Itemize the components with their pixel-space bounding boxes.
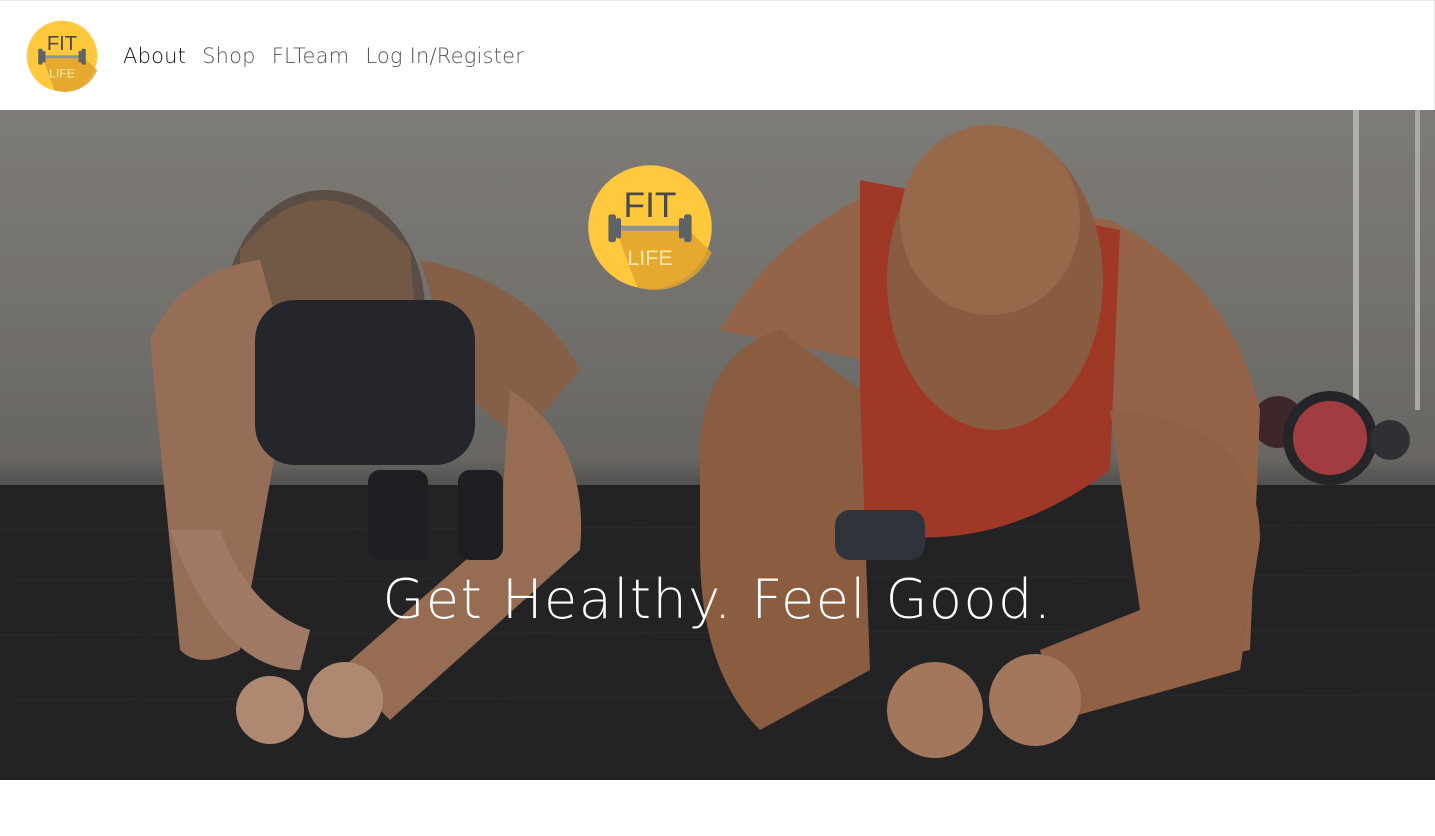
svg-text:LIFE: LIFE [627, 246, 672, 270]
main-nav: About Shop FLTeam Log In/Register [123, 44, 524, 68]
page-content-area [0, 780, 1435, 836]
hero-tagline: Get Healthy. Feel Good. [382, 568, 1053, 631]
svg-text:FIT: FIT [47, 33, 77, 55]
svg-text:LIFE: LIFE [49, 66, 75, 80]
nav-link-login-register[interactable]: Log In/Register [365, 44, 524, 68]
top-navbar: FIT LIFE About Shop FLTeam Log In/Regist… [0, 0, 1435, 110]
svg-text:FIT: FIT [624, 186, 677, 225]
people-planking-photo [0, 110, 1435, 780]
nav-link-flteam[interactable]: FLTeam [272, 44, 350, 68]
nav-link-shop[interactable]: Shop [202, 44, 256, 68]
hero-banner: FIT LIFE Get Healthy. Feel Good. [0, 110, 1435, 780]
fit-life-logo-icon[interactable]: FIT LIFE [26, 20, 98, 92]
hero-fit-life-logo-icon: FIT LIFE [588, 165, 712, 290]
nav-link-about[interactable]: About [123, 44, 186, 68]
